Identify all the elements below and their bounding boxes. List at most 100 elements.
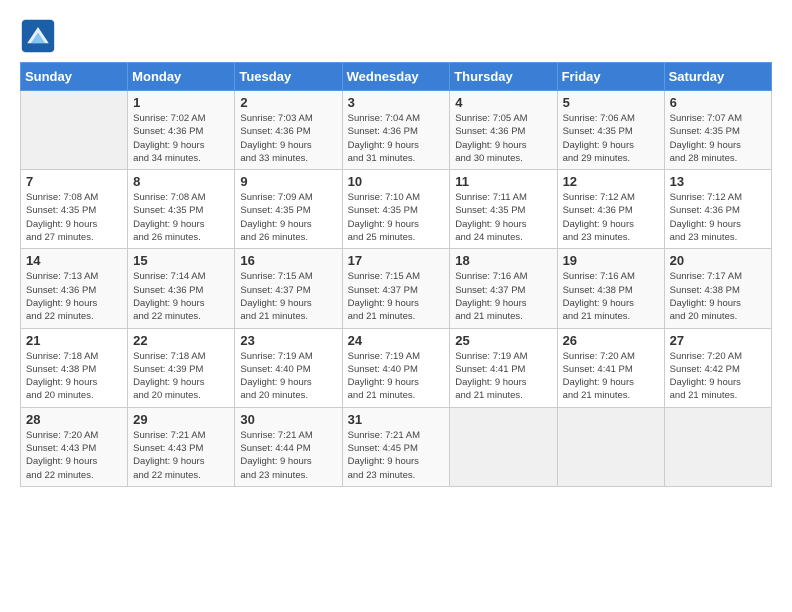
day-number: 18: [455, 253, 551, 268]
calendar-cell: 12 Sunrise: 7:12 AM Sunset: 4:36 PM Dayli…: [557, 170, 664, 249]
day-info: Sunrise: 7:04 AM Sunset: 4:36 PM Dayligh…: [348, 112, 445, 165]
day-info: Sunrise: 7:07 AM Sunset: 4:35 PM Dayligh…: [670, 112, 766, 165]
calendar-cell: 15 Sunrise: 7:14 AM Sunset: 4:36 PM Dayli…: [128, 249, 235, 328]
calendar-cell: 14 Sunrise: 7:13 AM Sunset: 4:36 PM Dayli…: [21, 249, 128, 328]
calendar-header-row: SundayMondayTuesdayWednesdayThursdayFrid…: [21, 63, 772, 91]
day-number: 14: [26, 253, 122, 268]
calendar-cell: 28 Sunrise: 7:20 AM Sunset: 4:43 PM Dayli…: [21, 407, 128, 486]
day-number: 5: [563, 95, 659, 110]
calendar-cell: 18Sunrise: 7:16 AM Sunset: 4:37 PM Dayli…: [450, 249, 557, 328]
calendar-cell: 26 Sunrise: 7:20 AM Sunset: 4:41 PM Dayli…: [557, 328, 664, 407]
calendar-cell: 10 Sunrise: 7:10 AM Sunset: 4:35 PM Dayli…: [342, 170, 450, 249]
calendar-cell: 29Sunrise: 7:21 AM Sunset: 4:43 PM Dayli…: [128, 407, 235, 486]
calendar-cell: 16 Sunrise: 7:15 AM Sunset: 4:37 PM Dayli…: [235, 249, 342, 328]
day-info: Sunrise: 7:02 AM Sunset: 4:36 PM Dayligh…: [133, 112, 229, 165]
day-info: Sunrise: 7:13 AM Sunset: 4:36 PM Dayligh…: [26, 270, 122, 323]
calendar-cell: 30 Sunrise: 7:21 AM Sunset: 4:44 PM Dayli…: [235, 407, 342, 486]
day-info: Sunrise: 7:20 AM Sunset: 4:43 PM Dayligh…: [26, 429, 122, 482]
day-number: 13: [670, 174, 766, 189]
day-info: Sunrise: 7:15 AM Sunset: 4:37 PM Dayligh…: [240, 270, 336, 323]
weekday-header-wednesday: Wednesday: [342, 63, 450, 91]
calendar-cell: 1 Sunrise: 7:02 AM Sunset: 4:36 PM Daylig…: [128, 91, 235, 170]
calendar-cell: [450, 407, 557, 486]
logo-icon: [20, 18, 56, 54]
day-info: Sunrise: 7:15 AM Sunset: 4:37 PM Dayligh…: [348, 270, 445, 323]
week-row-1: 1 Sunrise: 7:02 AM Sunset: 4:36 PM Daylig…: [21, 91, 772, 170]
week-row-5: 28 Sunrise: 7:20 AM Sunset: 4:43 PM Dayli…: [21, 407, 772, 486]
day-info: Sunrise: 7:12 AM Sunset: 4:36 PM Dayligh…: [670, 191, 766, 244]
logo: [20, 18, 60, 54]
day-number: 25: [455, 333, 551, 348]
calendar-cell: 27Sunrise: 7:20 AM Sunset: 4:42 PM Dayli…: [664, 328, 771, 407]
day-info: Sunrise: 7:08 AM Sunset: 4:35 PM Dayligh…: [133, 191, 229, 244]
calendar-cell: 20 Sunrise: 7:17 AM Sunset: 4:38 PM Dayli…: [664, 249, 771, 328]
day-number: 1: [133, 95, 229, 110]
day-info: Sunrise: 7:12 AM Sunset: 4:36 PM Dayligh…: [563, 191, 659, 244]
day-number: 21: [26, 333, 122, 348]
day-info: Sunrise: 7:10 AM Sunset: 4:35 PM Dayligh…: [348, 191, 445, 244]
calendar-cell: 25Sunrise: 7:19 AM Sunset: 4:41 PM Dayli…: [450, 328, 557, 407]
weekday-header-monday: Monday: [128, 63, 235, 91]
day-number: 8: [133, 174, 229, 189]
calendar-cell: 7Sunrise: 7:08 AM Sunset: 4:35 PM Daylig…: [21, 170, 128, 249]
day-number: 26: [563, 333, 659, 348]
day-number: 9: [240, 174, 336, 189]
day-info: Sunrise: 7:05 AM Sunset: 4:36 PM Dayligh…: [455, 112, 551, 165]
calendar-cell: 17 Sunrise: 7:15 AM Sunset: 4:37 PM Dayli…: [342, 249, 450, 328]
calendar-cell: 11 Sunrise: 7:11 AM Sunset: 4:35 PM Dayli…: [450, 170, 557, 249]
day-number: 30: [240, 412, 336, 427]
day-number: 19: [563, 253, 659, 268]
calendar-cell: 6 Sunrise: 7:07 AM Sunset: 4:35 PM Daylig…: [664, 91, 771, 170]
day-number: 27: [670, 333, 766, 348]
day-number: 20: [670, 253, 766, 268]
calendar-cell: 19 Sunrise: 7:16 AM Sunset: 4:38 PM Dayli…: [557, 249, 664, 328]
calendar-cell: 2 Sunrise: 7:03 AM Sunset: 4:36 PM Daylig…: [235, 91, 342, 170]
day-number: 15: [133, 253, 229, 268]
calendar-cell: 8 Sunrise: 7:08 AM Sunset: 4:35 PM Daylig…: [128, 170, 235, 249]
day-info: Sunrise: 7:11 AM Sunset: 4:35 PM Dayligh…: [455, 191, 551, 244]
weekday-header-saturday: Saturday: [664, 63, 771, 91]
day-info: Sunrise: 7:14 AM Sunset: 4:36 PM Dayligh…: [133, 270, 229, 323]
day-number: 10: [348, 174, 445, 189]
page-header: [20, 10, 772, 54]
calendar-cell: 21Sunrise: 7:18 AM Sunset: 4:38 PM Dayli…: [21, 328, 128, 407]
day-number: 28: [26, 412, 122, 427]
weekday-header-tuesday: Tuesday: [235, 63, 342, 91]
calendar-cell: [21, 91, 128, 170]
day-number: 17: [348, 253, 445, 268]
calendar-cell: 23 Sunrise: 7:19 AM Sunset: 4:40 PM Dayli…: [235, 328, 342, 407]
calendar-cell: 24Sunrise: 7:19 AM Sunset: 4:40 PM Dayli…: [342, 328, 450, 407]
calendar-cell: 22 Sunrise: 7:18 AM Sunset: 4:39 PM Dayli…: [128, 328, 235, 407]
day-info: Sunrise: 7:21 AM Sunset: 4:44 PM Dayligh…: [240, 429, 336, 482]
day-number: 3: [348, 95, 445, 110]
day-number: 11: [455, 174, 551, 189]
day-info: Sunrise: 7:03 AM Sunset: 4:36 PM Dayligh…: [240, 112, 336, 165]
calendar-cell: [557, 407, 664, 486]
week-row-3: 14 Sunrise: 7:13 AM Sunset: 4:36 PM Dayli…: [21, 249, 772, 328]
week-row-2: 7Sunrise: 7:08 AM Sunset: 4:35 PM Daylig…: [21, 170, 772, 249]
weekday-header-thursday: Thursday: [450, 63, 557, 91]
day-info: Sunrise: 7:09 AM Sunset: 4:35 PM Dayligh…: [240, 191, 336, 244]
calendar-table: SundayMondayTuesdayWednesdayThursdayFrid…: [20, 62, 772, 487]
calendar-cell: 9 Sunrise: 7:09 AM Sunset: 4:35 PM Daylig…: [235, 170, 342, 249]
day-number: 22: [133, 333, 229, 348]
day-number: 6: [670, 95, 766, 110]
week-row-4: 21Sunrise: 7:18 AM Sunset: 4:38 PM Dayli…: [21, 328, 772, 407]
day-number: 2: [240, 95, 336, 110]
day-number: 23: [240, 333, 336, 348]
day-info: Sunrise: 7:17 AM Sunset: 4:38 PM Dayligh…: [670, 270, 766, 323]
day-info: Sunrise: 7:18 AM Sunset: 4:39 PM Dayligh…: [133, 350, 229, 403]
day-number: 16: [240, 253, 336, 268]
weekday-header-sunday: Sunday: [21, 63, 128, 91]
day-number: 24: [348, 333, 445, 348]
day-info: Sunrise: 7:06 AM Sunset: 4:35 PM Dayligh…: [563, 112, 659, 165]
calendar-cell: [664, 407, 771, 486]
day-number: 12: [563, 174, 659, 189]
day-info: Sunrise: 7:20 AM Sunset: 4:41 PM Dayligh…: [563, 350, 659, 403]
day-info: Sunrise: 7:21 AM Sunset: 4:45 PM Dayligh…: [348, 429, 445, 482]
weekday-header-friday: Friday: [557, 63, 664, 91]
day-info: Sunrise: 7:16 AM Sunset: 4:38 PM Dayligh…: [563, 270, 659, 323]
calendar-cell: 4Sunrise: 7:05 AM Sunset: 4:36 PM Daylig…: [450, 91, 557, 170]
day-info: Sunrise: 7:19 AM Sunset: 4:40 PM Dayligh…: [240, 350, 336, 403]
day-number: 29: [133, 412, 229, 427]
